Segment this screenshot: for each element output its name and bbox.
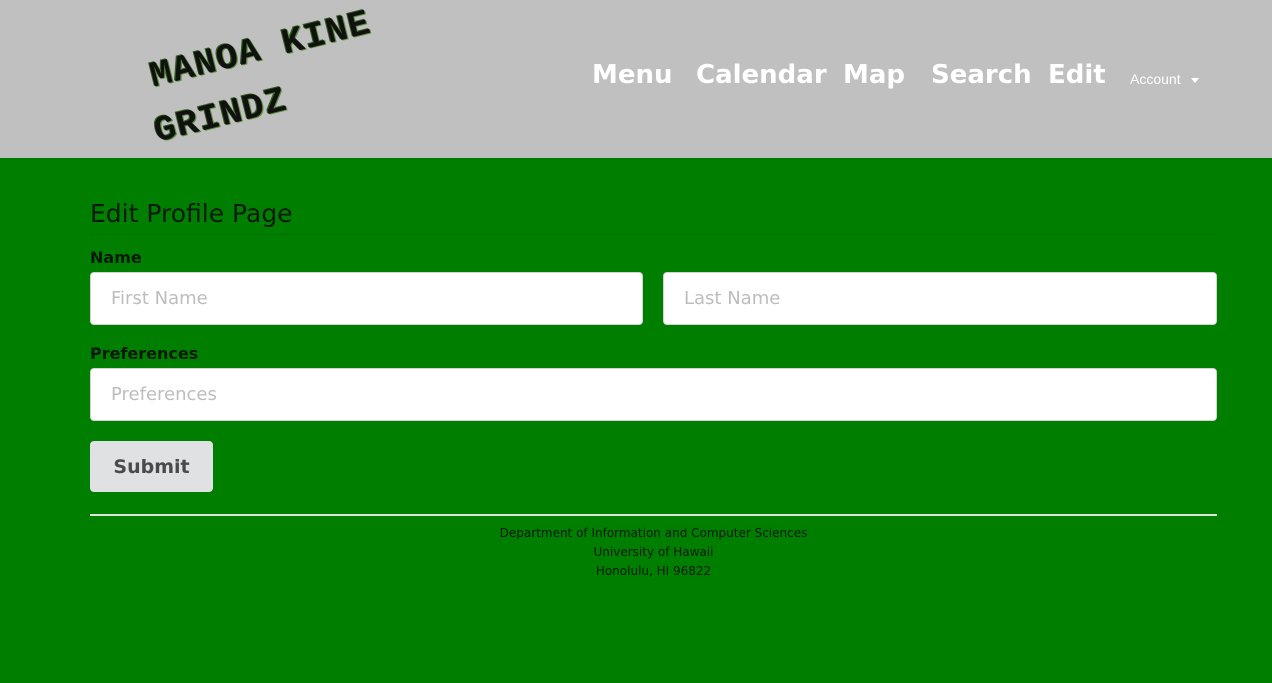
preferences-input[interactable]: [90, 368, 1217, 421]
footer-divider: [90, 514, 1217, 516]
footer-line-address: Honolulu, HI 96822: [595, 564, 712, 578]
footer-line-department: Department of Information and Computer S…: [499, 526, 808, 540]
footer-line-university: University of Hawaii: [593, 545, 714, 559]
account-label: Account: [1130, 71, 1181, 87]
page-title: Edit Profile Page: [90, 196, 1217, 235]
name-label: Name: [90, 248, 142, 267]
last-name-input[interactable]: [663, 272, 1217, 325]
caret-down-icon: [1190, 77, 1199, 83]
nav-calendar[interactable]: Calendar: [696, 60, 827, 90]
nav-edit[interactable]: Edit: [1048, 60, 1106, 90]
top-navbar: MANOA KINE GRINDZ Menu Calendar Map Sear…: [0, 0, 1272, 158]
account-dropdown[interactable]: Account: [1130, 71, 1199, 87]
edit-profile-form: Edit Profile Page Name Preferences Submi…: [90, 196, 1217, 492]
nav-menu[interactable]: Menu: [592, 60, 673, 90]
preferences-label: Preferences: [90, 344, 199, 363]
nav-search[interactable]: Search: [931, 60, 1032, 90]
submit-button[interactable]: Submit: [90, 441, 213, 492]
first-name-input[interactable]: [90, 272, 643, 325]
main-nav: Menu Calendar Map Search Edit Account: [0, 60, 1272, 100]
footer: Department of Information and Computer S…: [90, 524, 1217, 581]
nav-map[interactable]: Map: [843, 60, 905, 90]
